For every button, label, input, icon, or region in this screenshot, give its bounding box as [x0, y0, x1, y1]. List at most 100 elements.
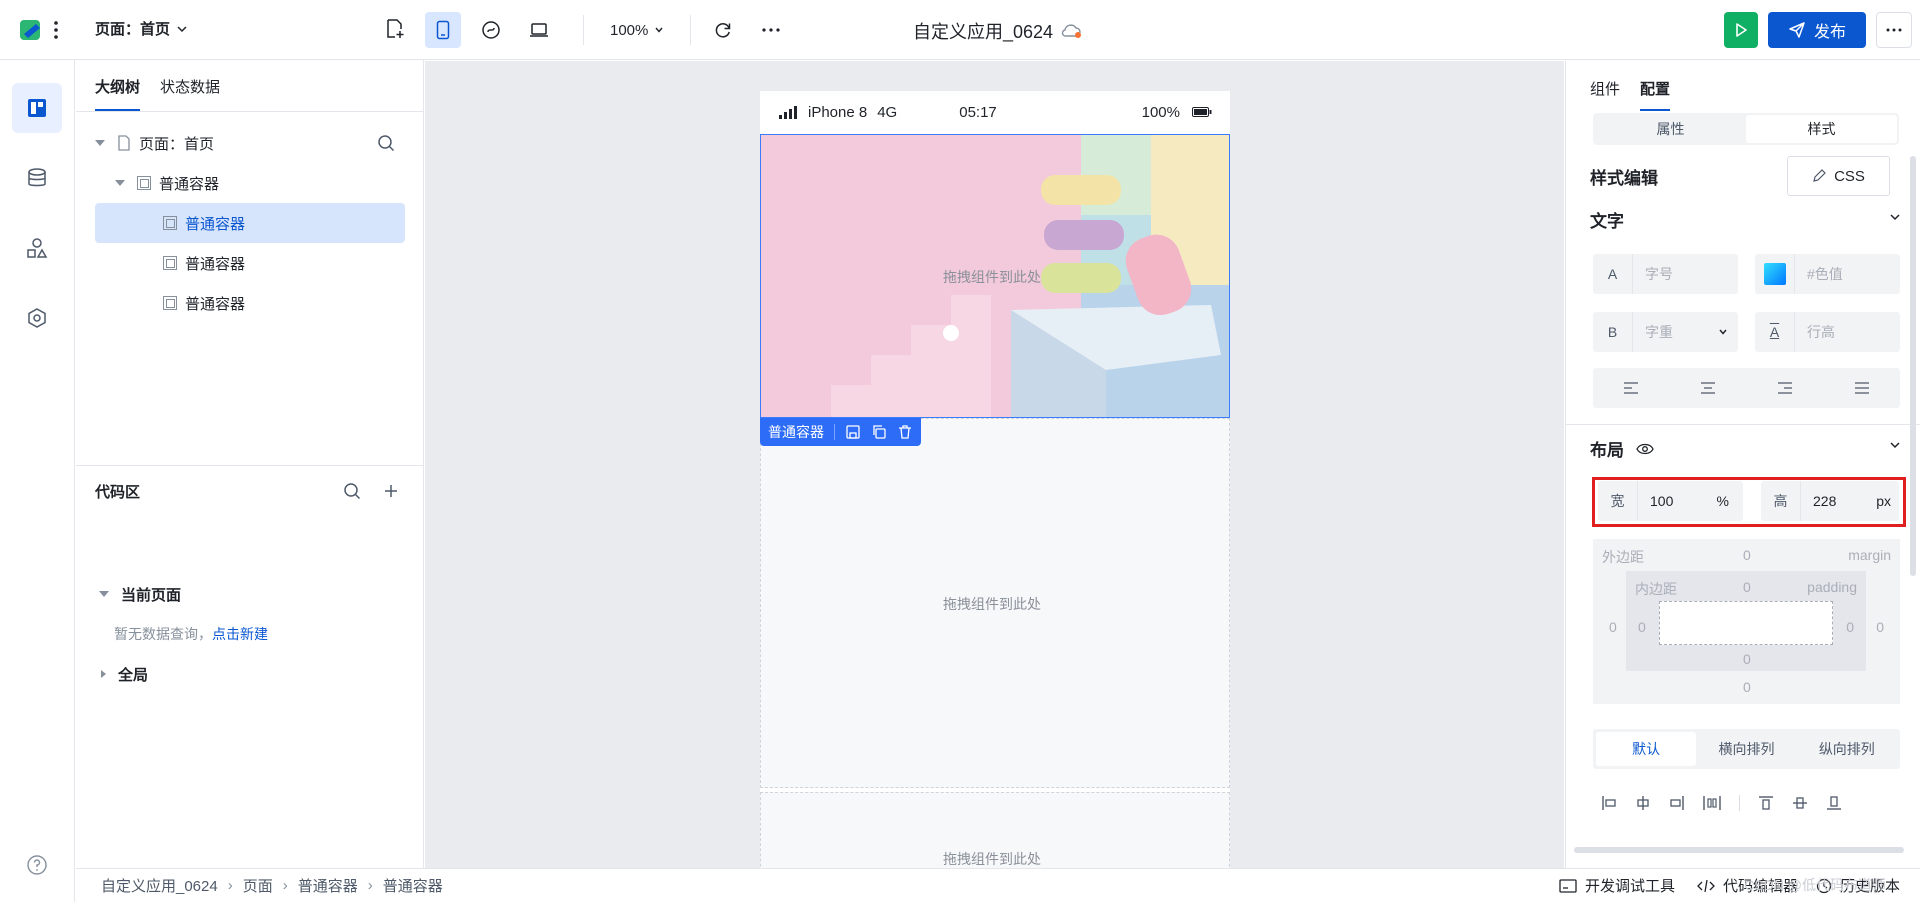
miniprogram-view-button[interactable]	[473, 12, 509, 48]
direction-column[interactable]: 纵向排列	[1797, 732, 1897, 766]
align-right-icon[interactable]	[1777, 382, 1793, 394]
rail-components-button[interactable]	[12, 223, 62, 273]
rail-settings-button[interactable]	[12, 293, 62, 343]
delete-icon[interactable]	[897, 424, 913, 440]
more-tools-button[interactable]	[753, 12, 789, 48]
app-title: 自定义应用_0624	[913, 18, 1083, 44]
layout-section-title: 布局	[1590, 441, 1624, 460]
annotation-highlight-box	[1592, 477, 1906, 527]
hero-container[interactable]: 拖拽组件到此处	[760, 134, 1230, 418]
vertical-scrollbar[interactable]	[1910, 156, 1916, 576]
publish-button[interactable]: 发布	[1768, 12, 1866, 48]
padding-top[interactable]: 0	[1743, 579, 1751, 595]
search-icon[interactable]	[377, 134, 395, 152]
plus-icon[interactable]	[383, 483, 399, 499]
dev-tools-button[interactable]: 开发调试工具	[1559, 875, 1675, 896]
watermark: CSDN @低代码布道师	[1744, 877, 1886, 893]
direction-default[interactable]: 默认	[1596, 732, 1697, 766]
rail-outline-button[interactable]	[12, 83, 62, 133]
padding-bottom[interactable]: 0	[1743, 651, 1751, 667]
space-between-icon[interactable]	[1703, 795, 1721, 811]
container-icon	[137, 176, 151, 190]
container-drop-zone[interactable]: 拖拽组件到此处	[760, 792, 1230, 868]
margin-left[interactable]: 0	[1609, 619, 1617, 635]
copy-icon[interactable]	[871, 424, 887, 440]
align-end-icon[interactable]	[1669, 795, 1685, 811]
align-justify-icon[interactable]	[1854, 382, 1870, 394]
tab-state-data[interactable]: 状态数据	[160, 76, 220, 111]
rail-data-button[interactable]	[12, 153, 62, 203]
margin-top[interactable]: 0	[1743, 547, 1751, 563]
tab-outline-tree[interactable]: 大纲树	[95, 76, 141, 111]
line-height-placeholder: 行高	[1807, 324, 1835, 340]
css-button[interactable]: CSS	[1787, 156, 1890, 196]
caret-down-icon	[99, 591, 109, 597]
tree-node-label: 普通容器	[185, 215, 246, 233]
margin-right[interactable]: 0	[1876, 619, 1884, 635]
eye-icon[interactable]	[1636, 443, 1654, 455]
more-actions-button[interactable]	[1876, 12, 1912, 48]
align-items-group	[1593, 791, 1900, 815]
margin-bottom[interactable]: 0	[1743, 679, 1751, 695]
help-button[interactable]	[12, 840, 62, 890]
align-left-icon[interactable]	[1623, 382, 1639, 394]
app-title-text: 自定义应用_0624	[913, 22, 1054, 42]
chevron-down-icon	[655, 27, 663, 33]
more-horizontal-icon	[762, 28, 780, 32]
font-size-field[interactable]: A 字号	[1593, 254, 1738, 294]
padding-right[interactable]: 0	[1846, 619, 1854, 635]
search-icon[interactable]	[343, 482, 361, 500]
padding-label: 内边距	[1635, 581, 1677, 597]
breadcrumb-page[interactable]: 页面	[243, 875, 273, 896]
padding-en-label: padding	[1807, 579, 1857, 595]
tree-node-container-selected[interactable]: 普通容器	[95, 203, 405, 243]
align-start-icon[interactable]	[1601, 795, 1617, 811]
mobile-view-button[interactable]	[425, 12, 461, 48]
zoom-select[interactable]: 100%	[598, 22, 676, 39]
mobile-icon	[436, 20, 450, 40]
selection-toolbar: 普通容器	[760, 418, 921, 446]
horizontal-scrollbar[interactable]	[1574, 847, 1904, 853]
breadcrumb-container[interactable]: 普通容器	[298, 875, 358, 896]
tab-components[interactable]: 组件	[1590, 78, 1620, 111]
align-center-icon[interactable]	[1700, 382, 1716, 394]
run-button[interactable]	[1724, 12, 1758, 48]
hexagon-settings-icon	[28, 308, 46, 328]
breadcrumb-app[interactable]: 自定义应用_0624	[101, 875, 218, 896]
container-drop-zone[interactable]: 拖拽组件到此处	[760, 418, 1230, 788]
divider	[1566, 424, 1920, 425]
add-page-button[interactable]	[385, 18, 405, 40]
create-query-link[interactable]: 点击新建	[212, 626, 268, 642]
chevron-down-icon[interactable]	[1889, 211, 1901, 223]
breadcrumb-container-current[interactable]: 普通容器	[383, 875, 443, 896]
empty-text: 暂无数据查询，	[114, 626, 212, 642]
font-size-icon: A	[1593, 254, 1633, 294]
refresh-button[interactable]	[705, 12, 741, 48]
align-middle-icon[interactable]	[1792, 795, 1808, 811]
padding-left[interactable]: 0	[1638, 619, 1646, 635]
desktop-view-button[interactable]	[521, 12, 557, 48]
tab-config[interactable]: 配置	[1640, 78, 1671, 111]
direction-row[interactable]: 横向排列	[1696, 732, 1796, 766]
align-top-icon[interactable]	[1758, 795, 1774, 811]
color-swatch[interactable]	[1755, 254, 1795, 294]
code-global[interactable]: 全局	[101, 654, 148, 694]
segment-props[interactable]: 属性	[1595, 115, 1746, 143]
page-select[interactable]: 页面：首页	[95, 18, 188, 39]
tree-node-container[interactable]: 普通容器	[115, 163, 405, 203]
line-height-field[interactable]: A 行高	[1755, 312, 1900, 352]
font-weight-field[interactable]: B 字重	[1593, 312, 1738, 352]
tree-node-container[interactable]: 普通容器	[163, 283, 405, 323]
logo-area[interactable]	[0, 0, 75, 60]
code-current-page[interactable]: 当前页面	[99, 574, 181, 614]
margin-en-label: margin	[1848, 547, 1891, 563]
segment-style[interactable]: 样式	[1746, 115, 1897, 143]
padding-box: 内边距 0 padding 0 0 0	[1626, 571, 1866, 671]
chevron-down-icon[interactable]	[1889, 439, 1901, 451]
tree-node-page[interactable]: 页面：首页	[95, 123, 405, 163]
color-field[interactable]: #色值	[1755, 254, 1900, 294]
save-icon[interactable]	[845, 424, 861, 440]
tree-node-container[interactable]: 普通容器	[163, 243, 405, 283]
align-center-h-icon[interactable]	[1635, 795, 1651, 811]
align-bottom-icon[interactable]	[1826, 795, 1842, 811]
